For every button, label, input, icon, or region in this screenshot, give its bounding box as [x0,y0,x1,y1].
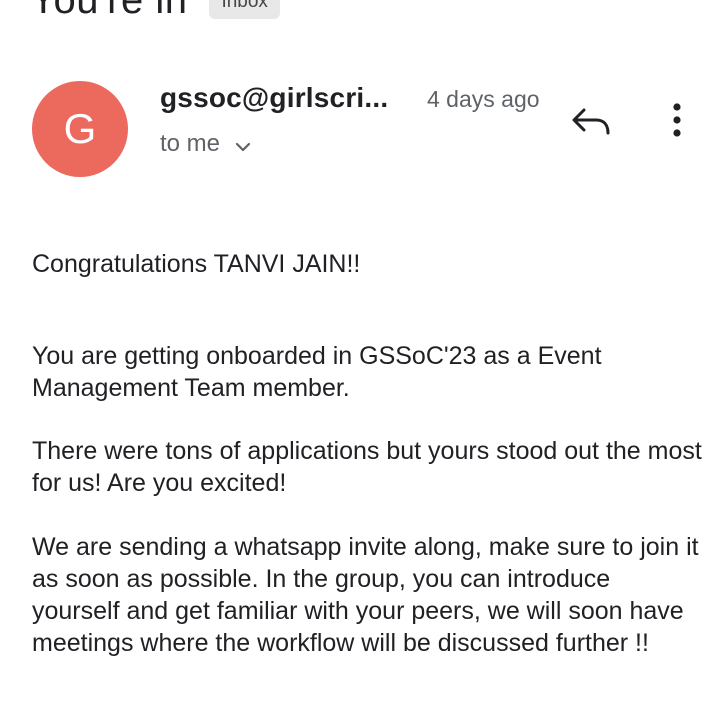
body-paragraph: We are sending a whatsapp invite along, … [32,533,699,657]
body-paragraph: There were tons of applications but your… [32,437,702,497]
message-time: 4 days ago [427,86,540,112]
recipient-toggle[interactable]: to me [160,130,252,158]
more-vert-icon [673,103,681,137]
more-options-button[interactable] [662,100,692,142]
email-view: You're in Inbox G gssoc@girlscri... 4 da… [0,0,720,720]
subject-title: You're in [30,0,188,22]
avatar[interactable]: G [32,81,128,177]
avatar-letter: G [63,105,97,152]
subject-row: You're in Inbox [30,0,280,23]
reply-button[interactable] [570,104,614,140]
chevron-down-icon [234,135,252,153]
recipient-label: to me [160,130,221,157]
inbox-label-chip[interactable]: Inbox [209,0,280,19]
body-paragraph: You are getting onboarded in GSSoC'23 as… [32,342,602,402]
sender-name[interactable]: gssoc@girlscri... [160,82,388,114]
greeting-text: Congratulations TANVI JAIN!! [32,250,361,278]
reply-icon [572,108,610,135]
